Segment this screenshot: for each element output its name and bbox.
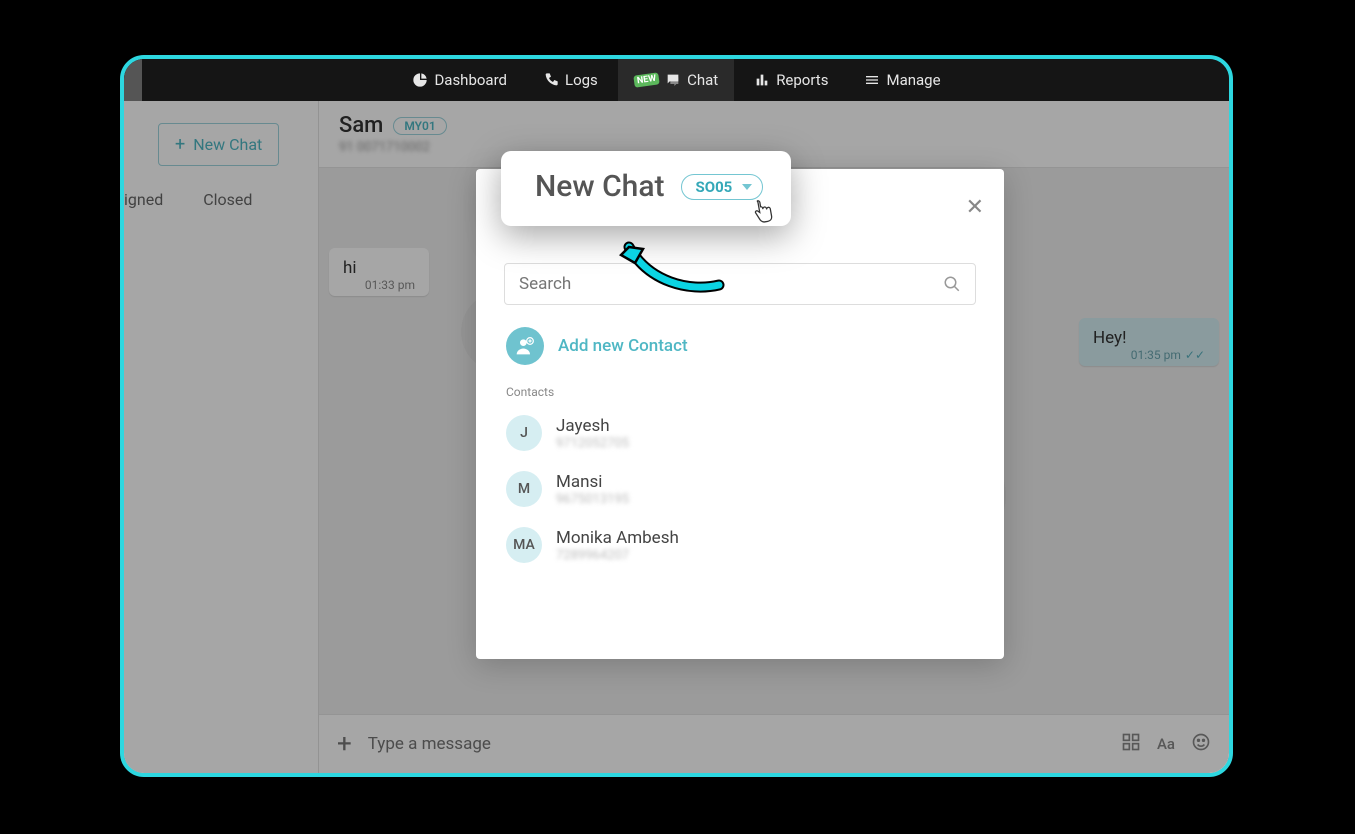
dropdown-value: SO05 (696, 178, 733, 196)
annotation-arrow-icon (619, 237, 729, 297)
modal-title: New Chat (535, 169, 665, 204)
contact-sub: 9712052705 (556, 436, 629, 451)
search-box[interactable] (504, 263, 976, 305)
nav-manage[interactable]: Manage (848, 59, 956, 101)
nav-chat[interactable]: NEW Chat (618, 59, 734, 101)
add-contact-button[interactable]: Add new Contact (506, 327, 976, 365)
contact-avatar: MA (506, 527, 542, 563)
pie-chart-icon (412, 72, 428, 88)
contact-name: Jayesh (556, 416, 629, 436)
close-icon[interactable]: ✕ (966, 195, 984, 220)
contact-sub: 9675013195 (556, 492, 629, 507)
nav-reports-label: Reports (776, 71, 828, 89)
contact-sub: 7289964207 (556, 548, 679, 563)
phone-icon (543, 72, 559, 88)
modal-header-popover: New Chat SO05 (501, 151, 791, 226)
app-frame: Dashboard Logs NEW Chat Reports Manage +… (120, 55, 1233, 777)
top-nav: Dashboard Logs NEW Chat Reports Manage (124, 59, 1229, 101)
new-chat-modal: ✕ Add new Contact Contacts J Jayesh 9712… (476, 169, 1004, 659)
nav-reports[interactable]: Reports (738, 59, 844, 101)
contact-name: Monika Ambesh (556, 528, 679, 548)
nav-logs[interactable]: Logs (527, 59, 614, 101)
contact-avatar: J (506, 415, 542, 451)
menu-icon (864, 72, 880, 88)
chat-icon (665, 72, 681, 88)
contact-row[interactable]: M Mansi 9675013195 (504, 461, 972, 517)
contact-name: Mansi (556, 472, 629, 492)
nav-logs-label: Logs (565, 71, 598, 89)
add-user-icon (506, 327, 544, 365)
contact-row[interactable]: MA Monika Ambesh 7289964207 (504, 517, 972, 573)
nav-dashboard[interactable]: Dashboard (396, 59, 523, 101)
nav-chat-label: Chat (687, 71, 718, 89)
nav-manage-label: Manage (886, 71, 940, 89)
nav-dashboard-label: Dashboard (434, 71, 507, 89)
contacts-list[interactable]: J Jayesh 9712052705 M Mansi 9675013195 M… (504, 405, 976, 659)
search-icon (943, 275, 961, 293)
add-contact-label: Add new Contact (558, 336, 688, 356)
source-dropdown[interactable]: SO05 (681, 174, 764, 200)
contacts-heading: Contacts (506, 385, 976, 399)
contact-avatar: M (506, 471, 542, 507)
profile-avatar-slice (124, 59, 142, 101)
new-badge: NEW (633, 72, 660, 87)
bar-chart-icon (754, 72, 770, 88)
contact-row[interactable]: J Jayesh 9712052705 (504, 405, 972, 461)
